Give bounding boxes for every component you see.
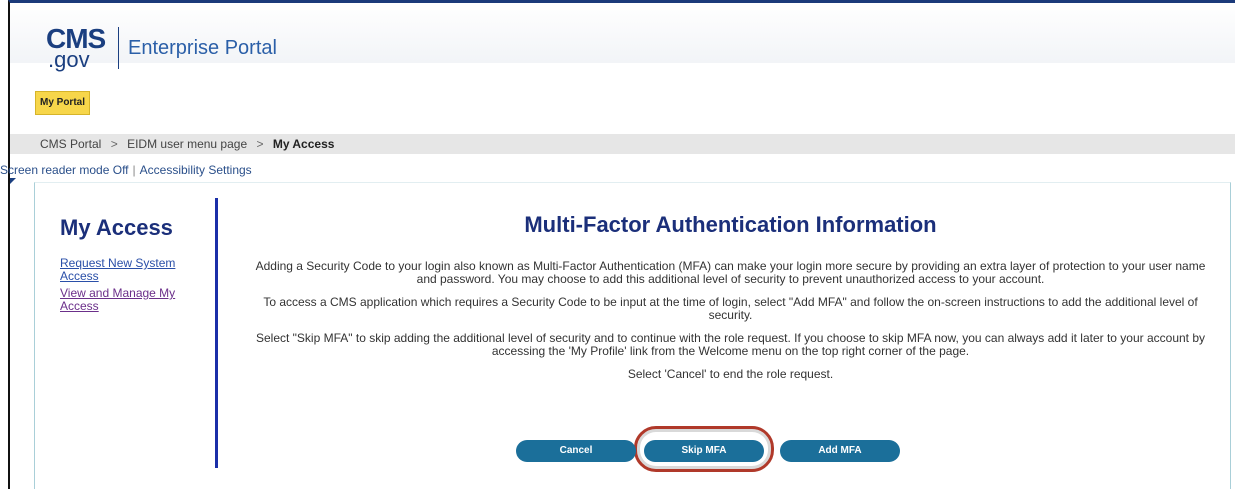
sidebar-title: My Access xyxy=(60,215,173,240)
breadcrumb-item-eidm-menu[interactable]: EIDM user menu page xyxy=(127,137,247,151)
breadcrumb-item-cms-portal[interactable]: CMS Portal xyxy=(40,137,101,151)
page-title: Multi-Factor Authentication Information xyxy=(524,212,937,237)
logo-divider xyxy=(118,27,119,69)
screen-reader-toggle[interactable]: Screen reader mode Off xyxy=(0,163,129,177)
add-mfa-button[interactable]: Add MFA xyxy=(780,440,900,462)
sidebar-link-view-manage-access[interactable]: View and Manage My Access xyxy=(60,287,200,313)
header: CMS .gov Enterprise Portal xyxy=(10,3,1235,71)
breadcrumb-separator: > xyxy=(110,137,118,151)
accessibility-settings-link[interactable]: Accessibility Settings xyxy=(140,163,252,177)
breadcrumb-item-my-access: My Access xyxy=(272,137,335,151)
corner-marker-icon xyxy=(10,178,16,184)
sidebar-link-request-new-system-access[interactable]: Request New System Access xyxy=(60,257,200,283)
button-row: Cancel Skip MFA Add MFA xyxy=(0,440,1235,470)
logo-gov-text: .gov xyxy=(48,47,90,72)
add-mfa-instructions-paragraph: To access a CMS application which requir… xyxy=(263,295,1198,322)
tab-my-portal[interactable]: My Portal xyxy=(35,91,90,115)
breadcrumb-separator: > xyxy=(256,137,264,151)
cancel-instructions-paragraph: Select 'Cancel' to end the role request. xyxy=(627,367,834,381)
sidebar: My Access Request New System Access View… xyxy=(60,215,210,317)
cancel-button[interactable]: Cancel xyxy=(516,440,636,462)
mfa-description-paragraph: Adding a Security Code to your login als… xyxy=(255,259,1206,286)
breadcrumb: CMS Portal > EIDM user menu page > My Ac… xyxy=(10,134,1235,154)
pipe-divider: | xyxy=(132,163,136,177)
main-content: Multi-Factor Authentication Information … xyxy=(238,212,1223,391)
sidebar-divider xyxy=(215,198,218,468)
accessibility-bar: Screen reader mode Off | Accessibility Set… xyxy=(0,163,252,177)
portal-title: Enterprise Portal xyxy=(128,37,277,59)
skip-mfa-instructions-paragraph: Select "Skip MFA" to skip adding the add… xyxy=(255,331,1206,358)
skip-mfa-button[interactable]: Skip MFA xyxy=(644,440,764,462)
